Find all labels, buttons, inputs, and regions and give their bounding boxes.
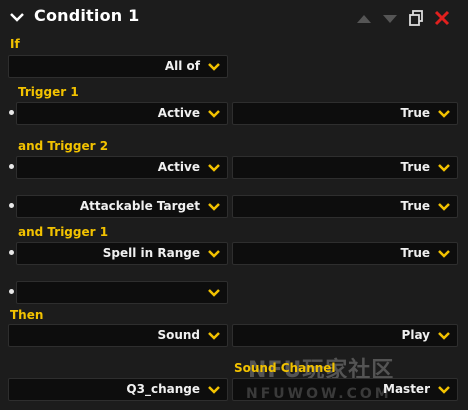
sound-file-value: Q3_change (126, 382, 200, 396)
check-2-left-value: Active (157, 160, 200, 174)
check-3-right-dropdown[interactable]: True (232, 195, 458, 218)
check-2-label: and Trigger 2 (18, 139, 109, 153)
check-4-label: and Trigger 1 (18, 225, 109, 239)
check-bullet (9, 110, 14, 115)
check-bullet (9, 164, 14, 169)
check-4-right-dropdown[interactable]: True (232, 242, 458, 265)
chevron-down-icon (208, 203, 220, 211)
check-1-left-value: Active (157, 106, 200, 120)
chevron-down-icon (208, 110, 220, 118)
chevron-down-icon (438, 110, 450, 118)
combinator-value: All of (164, 59, 200, 73)
then-label: Then (10, 308, 44, 322)
check-4-right-value: True (400, 246, 430, 260)
combinator-dropdown[interactable]: All of (8, 55, 228, 78)
watermark-url-text: NFUWOW.COM (246, 386, 392, 402)
chevron-down-icon[interactable] (9, 10, 25, 24)
chevron-down-icon (208, 250, 220, 258)
chevron-down-icon (208, 289, 220, 297)
move-up-icon[interactable] (355, 9, 373, 27)
chevron-down-icon (438, 164, 450, 172)
chevron-down-icon (438, 203, 450, 211)
chevron-down-icon (438, 332, 450, 340)
move-down-icon[interactable] (381, 9, 399, 27)
chevron-down-icon (208, 164, 220, 172)
action-type-dropdown[interactable]: Sound (8, 324, 228, 347)
action-type-value: Sound (157, 328, 200, 342)
duplicate-icon[interactable] (407, 9, 425, 27)
check-2-right-dropdown[interactable]: True (232, 156, 458, 179)
new-check-dropdown[interactable] (16, 281, 228, 304)
check-1-right-value: True (400, 106, 430, 120)
chevron-down-icon (208, 63, 220, 71)
check-4-left-dropdown[interactable]: Spell in Range (16, 242, 228, 265)
sound-file-dropdown[interactable]: Q3_change (8, 378, 228, 401)
check-bullet (9, 203, 14, 208)
delete-icon[interactable] (433, 9, 451, 27)
check-1-right-dropdown[interactable]: True (232, 102, 458, 125)
check-2-right-value: True (400, 160, 430, 174)
if-label: If (10, 37, 20, 51)
check-3-left-value: Attackable Target (79, 199, 200, 213)
check-2-left-dropdown[interactable]: Active (16, 156, 228, 179)
chevron-down-icon (208, 386, 220, 394)
action-mode-value: Play (401, 328, 430, 342)
check-1-left-dropdown[interactable]: Active (16, 102, 228, 125)
condition-title: Condition 1 (34, 6, 140, 25)
chevron-down-icon (438, 386, 450, 394)
chevron-down-icon (438, 250, 450, 258)
check-bullet (9, 289, 14, 294)
check-4-left-value: Spell in Range (102, 246, 200, 260)
check-3-right-value: True (400, 199, 430, 213)
check-3-left-dropdown[interactable]: Attackable Target (16, 195, 228, 218)
chevron-down-icon (208, 332, 220, 340)
check-bullet (9, 250, 14, 255)
sound-channel-label: Sound Channel (234, 361, 336, 375)
check-1-label: Trigger 1 (18, 85, 79, 99)
action-mode-dropdown[interactable]: Play (232, 324, 458, 347)
